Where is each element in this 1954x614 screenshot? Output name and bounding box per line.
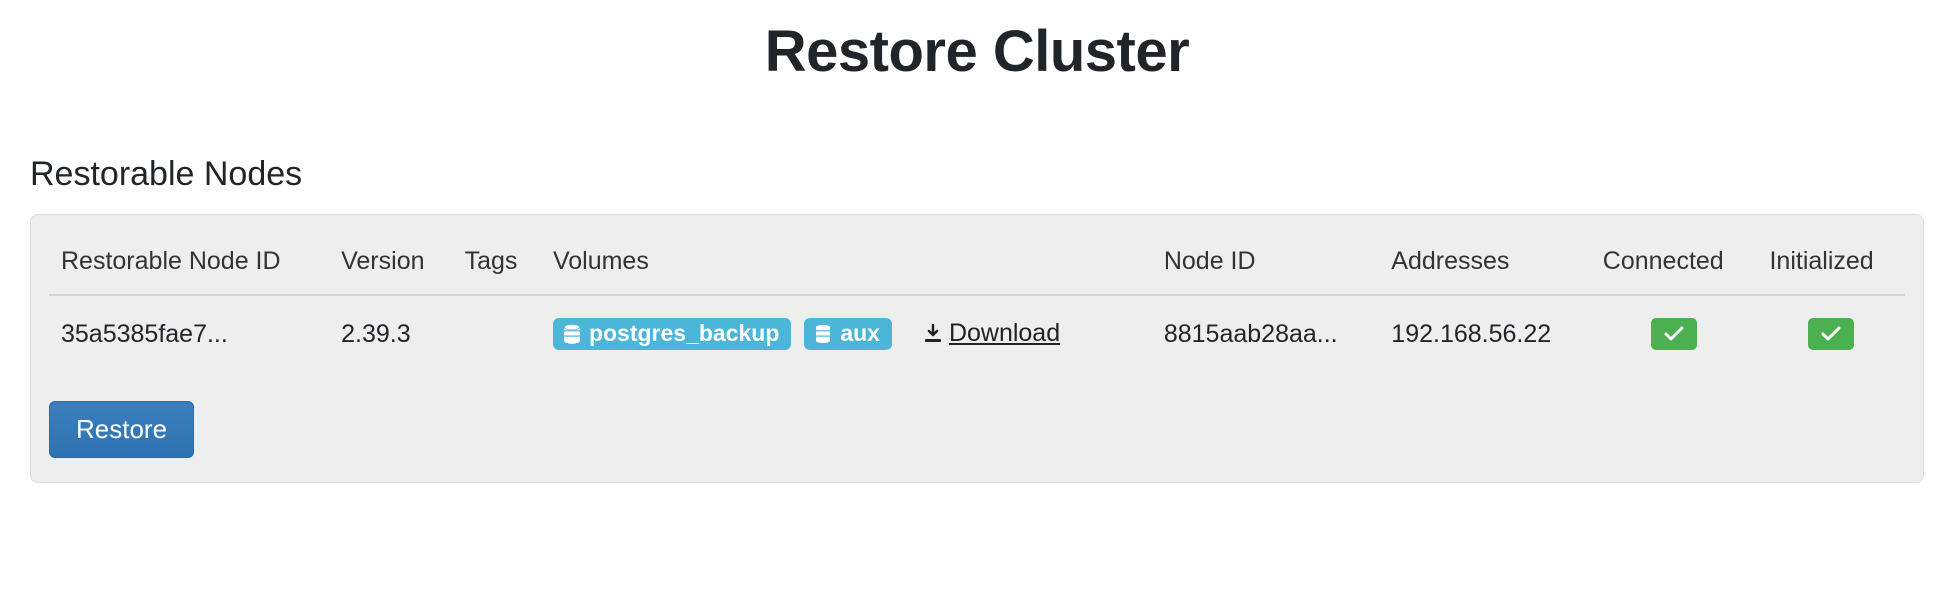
cell-initialized: [1757, 295, 1905, 373]
database-icon: [814, 324, 832, 344]
download-label: Download: [949, 319, 1060, 348]
cell-node-id: 8815aab28aa...: [1152, 295, 1379, 373]
download-icon: [923, 324, 943, 344]
download-link[interactable]: Download: [923, 319, 1060, 348]
page-title: Restore Cluster: [30, 18, 1924, 85]
initialized-badge: [1808, 318, 1854, 350]
volume-badge[interactable]: postgres_backup: [553, 318, 791, 350]
cell-addresses: 192.168.56.22: [1379, 295, 1590, 373]
restorable-nodes-table: Restorable Node ID Version Tags Volumes …: [49, 233, 1905, 373]
col-restorable-node-id: Restorable Node ID: [49, 233, 329, 295]
cell-volumes: postgres_backup: [541, 295, 1152, 373]
restorable-nodes-panel: Restorable Node ID Version Tags Volumes …: [30, 214, 1924, 483]
cell-restorable-node-id: 35a5385fae7...: [49, 295, 329, 373]
cell-tags: [453, 295, 541, 373]
col-version: Version: [329, 233, 453, 295]
connected-badge: [1651, 318, 1697, 350]
section-title-restorable-nodes: Restorable Nodes: [30, 155, 1924, 194]
col-addresses: Addresses: [1379, 233, 1590, 295]
col-initialized: Initialized: [1757, 233, 1905, 295]
check-icon: [1664, 326, 1684, 342]
volume-badge-label: aux: [840, 322, 880, 345]
col-tags: Tags: [453, 233, 541, 295]
check-icon: [1821, 326, 1841, 342]
volume-badge-label: postgres_backup: [589, 322, 779, 345]
volume-badge[interactable]: aux: [804, 318, 892, 350]
database-icon: [563, 324, 581, 344]
restore-button[interactable]: Restore: [49, 401, 194, 458]
col-connected: Connected: [1591, 233, 1758, 295]
cell-version: 2.39.3: [329, 295, 453, 373]
cell-connected: [1591, 295, 1758, 373]
col-volumes: Volumes: [541, 233, 1152, 295]
col-node-id: Node ID: [1152, 233, 1379, 295]
table-row: 35a5385fae7... 2.39.3: [49, 295, 1905, 373]
